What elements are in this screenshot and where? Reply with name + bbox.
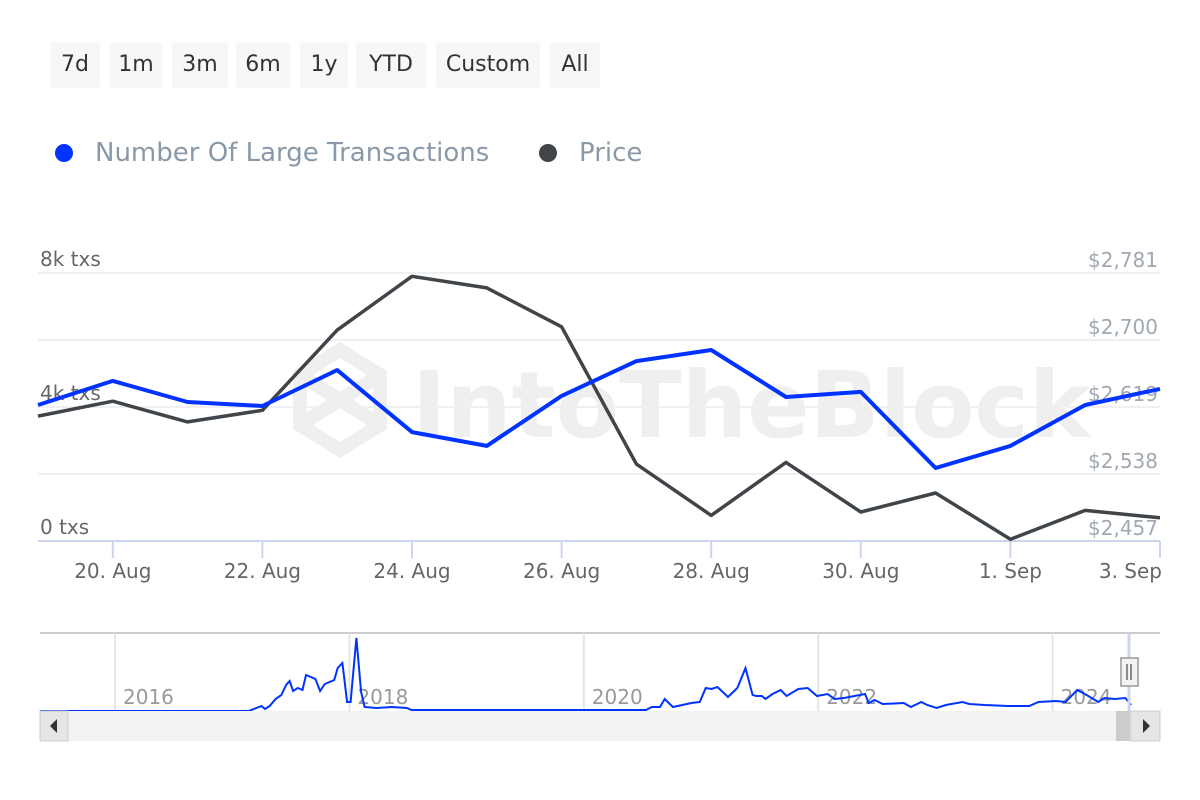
watermark-logo: IntoTheBlock <box>293 341 1092 459</box>
y-right-tick-label: $2,457 <box>1088 516 1158 540</box>
y-right-tick-label: $2,538 <box>1088 449 1158 473</box>
x-tick-label: 3. Sep <box>1099 559 1162 583</box>
y-right-tick-label: $2,781 <box>1088 248 1158 272</box>
x-tick-label: 22. Aug <box>224 559 301 583</box>
navigator-year-label: 2020 <box>592 685 643 709</box>
navigator-year-label: 2024 <box>1061 685 1112 709</box>
x-tick-label: 28. Aug <box>673 559 750 583</box>
x-tick-label: 24. Aug <box>373 559 450 583</box>
x-tick-label: 26. Aug <box>523 559 600 583</box>
x-tick-label: 20. Aug <box>74 559 151 583</box>
watermark-text: IntoTheBlock <box>412 352 1092 459</box>
x-tick-label: 30. Aug <box>822 559 899 583</box>
navigator-year-label: 2016 <box>123 685 174 709</box>
x-tick-label: 1. Sep <box>979 559 1042 583</box>
intotheblock-logo-icon <box>293 341 387 459</box>
scrollbar-thumb[interactable] <box>1116 711 1130 741</box>
navigator-series-line <box>40 637 1132 712</box>
y-right-tick-label: $2,700 <box>1088 315 1158 339</box>
scrollbar-track[interactable] <box>40 711 1160 741</box>
y-left-tick-label: 8k txs <box>40 247 101 271</box>
navigator-handle[interactable] <box>1120 657 1139 687</box>
y-left-tick-label: 0 txs <box>40 515 89 539</box>
chart: IntoTheBlock 0 txs4k txs8k txs $2,457$2,… <box>37 247 1162 742</box>
